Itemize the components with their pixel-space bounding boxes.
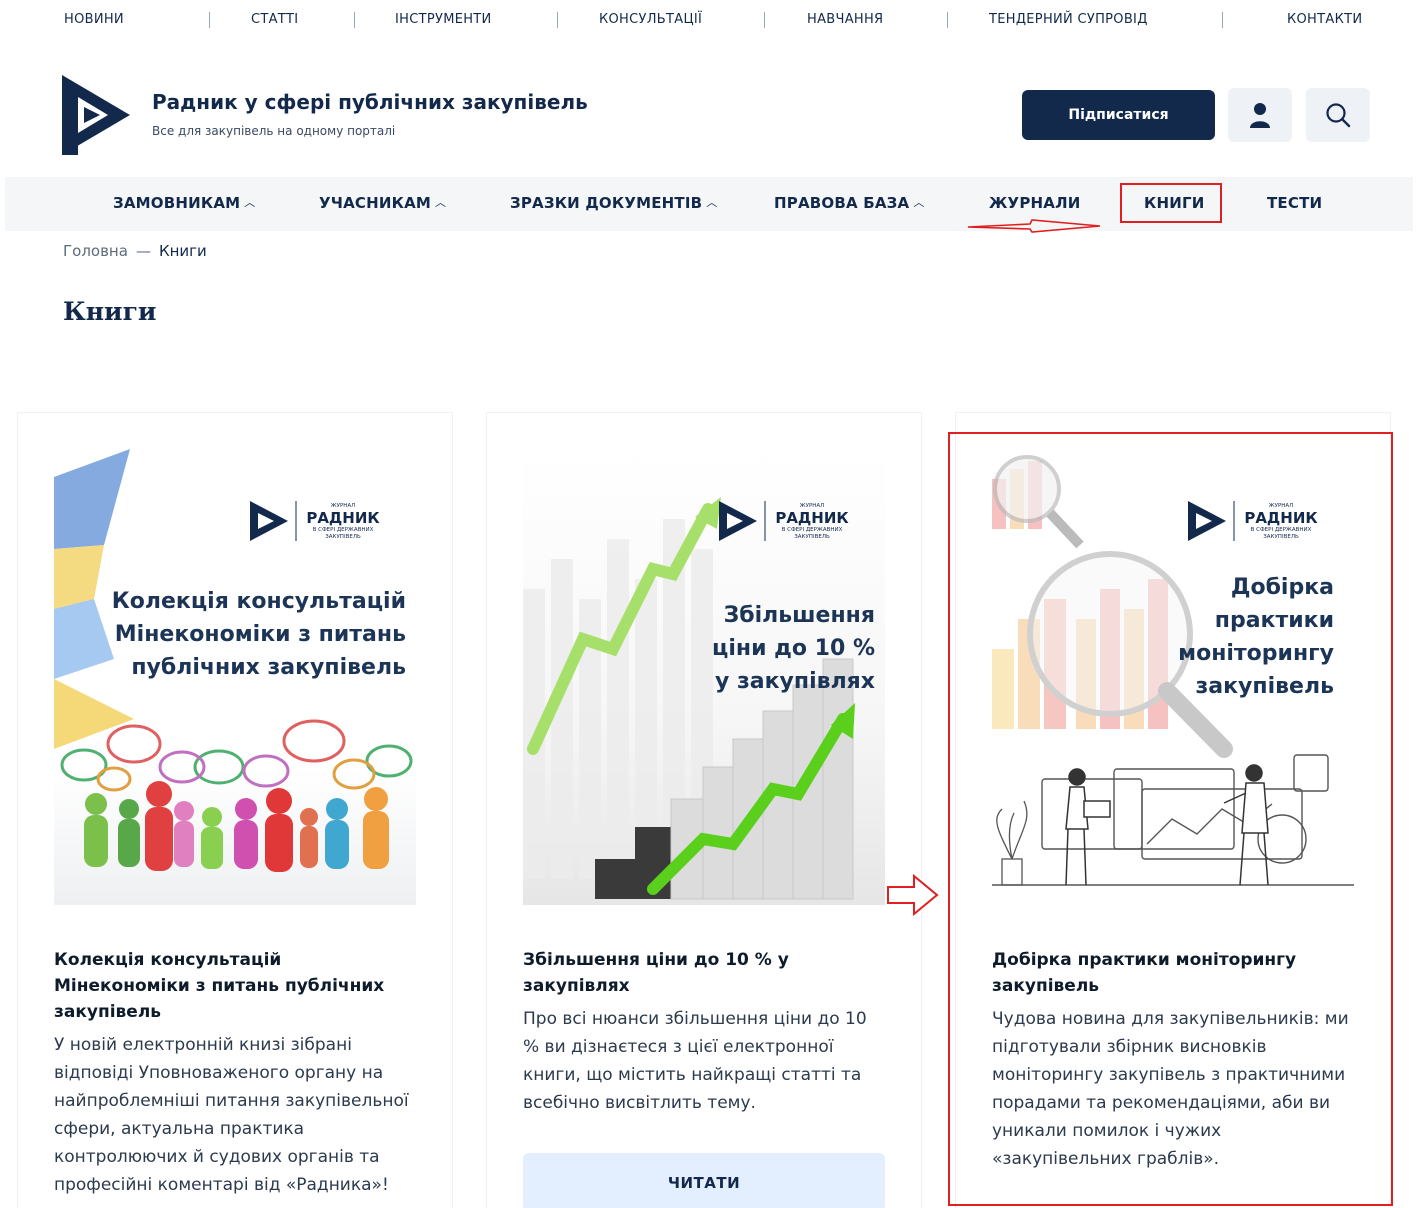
account-button[interactable] (1228, 88, 1292, 142)
mainnav-label: ЗРАЗКИ ДОКУМЕНТІВ (510, 194, 703, 212)
book-description: У новій електронній книзі зібрані відпов… (54, 1035, 409, 1195)
logo-icon[interactable] (62, 75, 130, 155)
annotation-highlight-box (1120, 183, 1222, 223)
topnav-separator (764, 12, 765, 28)
radnyk-cover-logo: ЖУРНАЛ РАДНИК В СФЕРІ ДЕРЖАВНИХ ЗАКУПІВЕ… (719, 501, 849, 541)
book-card[interactable]: ЖУРНАЛ РАДНИК В СФЕРІ ДЕРЖАВНИХ ЗАКУПІВЕ… (486, 412, 922, 1208)
annotation-highlight-card (948, 432, 1393, 1206)
book-title[interactable]: Збільшення ціни до 10 % у закупівлях (523, 947, 885, 999)
mainnav-journals[interactable]: ЖУРНАЛИ (989, 194, 1081, 212)
brand-subtitle: Все для закупівель на одному порталі (152, 124, 396, 138)
chevron-up-icon: ︿ (244, 196, 256, 209)
topnav-separator (557, 12, 558, 28)
top-nav: НОВИНИ СТАТТІ ІНСТРУМЕНТИ КОНСУЛЬТАЦІЇ Н… (0, 0, 1417, 42)
topnav-news[interactable]: НОВИНИ (64, 12, 124, 27)
mainnav-document-samples[interactable]: ЗРАЗКИ ДОКУМЕНТІВ ︿ (510, 194, 717, 212)
mainnav-tests[interactable]: ТЕСТИ (1267, 194, 1322, 212)
mainnav-label: УЧАСНИКАМ (319, 194, 432, 212)
mainnav-label: ЗАМОВНИКАМ (113, 194, 241, 212)
chevron-up-icon: ︿ (706, 196, 718, 209)
radnyk-cover-logo: ЖУРНАЛ РАДНИК В СФЕРІ ДЕРЖАВНИХ ЗАКУПІВЕ… (250, 501, 380, 541)
book-cover-image[interactable]: ЖУРНАЛ РАДНИК В СФЕРІ ДЕРЖАВНИХ ЗАКУПІВЕ… (523, 449, 885, 905)
cover-logo-sub2: ЗАКУПІВЕЛЬ (325, 534, 361, 540)
book-cover-image[interactable]: ЖУРНАЛ РАДНИК В СФЕРІ ДЕРЖАВНИХ ЗАКУПІВЕ… (54, 449, 416, 905)
cover-heading: Збільшення ціни до 10 % у закупівлях (712, 599, 875, 698)
cover-heading: Колекція консультацій Мінекономіки з пит… (112, 585, 406, 684)
topnav-tools[interactable]: ІНСТРУМЕНТИ (395, 12, 492, 27)
mainnav-legal-base[interactable]: ПРАВОВА БАЗА ︿ (774, 194, 925, 212)
mainnav-customers[interactable]: ЗАМОВНИКАМ ︿ (113, 194, 255, 212)
mainnav-participants[interactable]: УЧАСНИКАМ ︿ (319, 194, 446, 212)
annotation-arrow-right-icon (887, 874, 939, 916)
user-icon (1250, 103, 1270, 128)
topnav-tender-support[interactable]: ТЕНДЕРНИЙ СУПРОВІД (989, 12, 1148, 27)
topnav-separator (209, 12, 210, 28)
book-title[interactable]: Колекція консультацій Мінекономіки з пит… (54, 947, 416, 1025)
read-button[interactable]: ЧИТАТИ (523, 1153, 885, 1208)
chevron-up-icon: ︿ (913, 196, 925, 209)
cover-heading-line: Колекція консультацій (111, 589, 406, 614)
topnav-contacts[interactable]: КОНТАКТИ (1287, 12, 1362, 27)
cover-logo-name: РАДНИК (306, 509, 380, 527)
topnav-education[interactable]: НАВЧАННЯ (807, 12, 883, 27)
cover-heading-line: Мінекономіки з питань (114, 622, 406, 647)
breadcrumb-current: Книги (158, 242, 207, 260)
cover-logo-sub1: В СФЕРІ ДЕРЖАВНИХ (313, 527, 374, 533)
cover-heading-line: Збільшення (723, 603, 875, 628)
page-title: Книги (63, 297, 157, 326)
mainnav-label: ПРАВОВА БАЗА (774, 194, 910, 212)
cover-logo-sub2: ЗАКУПІВЕЛЬ (794, 534, 830, 540)
book-description: Про всі нюанси збільшення ціни до 10 % в… (523, 1009, 867, 1113)
cover-heading-line: публічних закупівель (131, 655, 406, 680)
cover-heading-line: у закупівлях (715, 669, 875, 694)
annotation-arrow-right-icon (967, 219, 1101, 233)
topnav-consultations[interactable]: КОНСУЛЬТАЦІЇ (599, 12, 702, 27)
book-card[interactable]: ЖУРНАЛ РАДНИК В СФЕРІ ДЕРЖАВНИХ ЗАКУПІВЕ… (17, 412, 453, 1208)
chevron-up-icon: ︿ (435, 196, 447, 209)
cover-logo-sub1: В СФЕРІ ДЕРЖАВНИХ (782, 527, 843, 533)
topnav-separator (1222, 12, 1223, 28)
topnav-separator (354, 12, 355, 28)
topnav-separator (947, 12, 948, 28)
brand-title[interactable]: Радник у сфері публічних закупівель (152, 90, 588, 114)
cover-logo-name: РАДНИК (775, 509, 849, 527)
topnav-articles[interactable]: СТАТТІ (251, 12, 298, 27)
breadcrumb-separator: — (135, 242, 151, 260)
cover-heading-line: ціни до 10 % (712, 636, 875, 661)
breadcrumb: Головна — Книги (63, 242, 207, 260)
subscribe-button[interactable]: Підписатися (1022, 90, 1215, 140)
breadcrumb-home[interactable]: Головна (63, 242, 128, 260)
search-icon (1326, 103, 1351, 128)
search-button[interactable] (1306, 88, 1370, 142)
